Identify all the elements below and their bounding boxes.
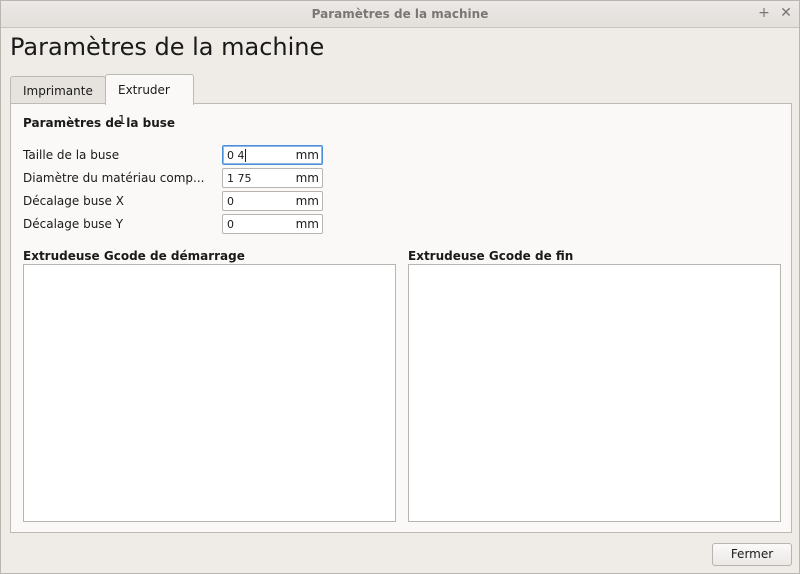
close-button[interactable]: Fermer <box>712 543 792 566</box>
nozzle-size-label: Taille de la buse <box>23 148 120 162</box>
window-titlebar[interactable]: Paramètres de la machine + ✕ <box>1 1 799 28</box>
nozzle-offset-y-value: 0 <box>227 218 234 231</box>
end-gcode-editor[interactable] <box>408 264 781 522</box>
text-caret <box>245 149 246 162</box>
material-diameter-label: Diamètre du matériau comp... <box>23 171 205 185</box>
nozzle-size-input[interactable]: 0 4 mm <box>222 145 323 165</box>
nozzle-size-value: 0 4 <box>227 149 245 162</box>
page-title: Paramètres de la machine <box>10 33 325 61</box>
nozzle-offset-x-label: Décalage buse X <box>23 194 124 208</box>
start-gcode-title: Extrudeuse Gcode de démarrage <box>23 249 245 263</box>
extruder-tab-panel: Paramètres de la buse Taille de la buse … <box>10 103 792 533</box>
start-gcode-editor[interactable] <box>23 264 396 522</box>
nozzle-offset-x-value: 0 <box>227 195 234 208</box>
nozzle-offset-x-input[interactable]: 0 mm <box>222 191 323 211</box>
end-gcode-title: Extrudeuse Gcode de fin <box>408 249 574 263</box>
nozzle-offset-y-input[interactable]: 0 mm <box>222 214 323 234</box>
nozzle-offset-x-unit: mm <box>295 194 319 208</box>
window-title: Paramètres de la machine <box>311 7 489 21</box>
material-diameter-unit: mm <box>295 171 319 185</box>
material-diameter-value: 1 75 <box>227 172 252 185</box>
machine-settings-window: Paramètres de la machine + ✕ Paramètres … <box>0 0 800 574</box>
close-icon[interactable]: ✕ <box>778 5 794 21</box>
nozzle-offset-y-unit: mm <box>295 217 319 231</box>
nozzle-section-title: Paramètres de la buse <box>23 116 176 130</box>
pin-icon[interactable]: + <box>756 5 772 21</box>
nozzle-size-unit: mm <box>295 148 319 162</box>
material-diameter-input[interactable]: 1 75 mm <box>222 168 323 188</box>
tab-imprimante[interactable]: Imprimante <box>10 76 106 104</box>
nozzle-offset-y-label: Décalage buse Y <box>23 217 124 231</box>
tab-extruder-1[interactable]: Extruder 1 <box>105 74 194 127</box>
